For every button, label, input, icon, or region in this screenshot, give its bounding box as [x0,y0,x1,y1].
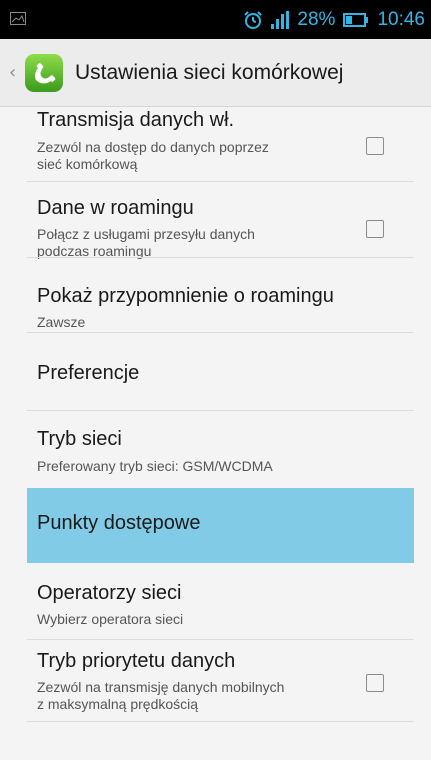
status-right: 28% 10:46 [243,0,425,39]
setting-data-roaming[interactable]: Dane w roamingu Połącz z usługami przesy… [0,183,431,259]
setting-title: Dane w roamingu [37,197,194,219]
alarm-clock-icon [244,10,263,29]
battery-percent: 28% [297,8,336,30]
divider [27,257,414,258]
setting-title: Preferencje [37,362,140,384]
data-roaming-checkbox[interactable] [366,220,384,238]
mobile-data-checkbox[interactable] [366,137,384,155]
setting-title: Tryb sieci [37,428,122,450]
setting-title: Punkty dostępowe [37,512,201,534]
setting-roaming-reminder[interactable]: Pokaż przypomnienie o roamingu Zawsze [0,259,431,334]
data-priority-checkbox[interactable] [366,674,384,692]
settings-list: Transmisja danych wł. Zezwól na dostęp d… [0,107,431,723]
setting-summary: Zawsze [37,314,86,330]
page-title: Ustawienia sieci komórkowej [75,60,344,84]
screen: 28% 10:46 ‹ Ustawienia sieci komórkowej … [0,0,431,760]
divider [27,332,414,333]
setting-summary: z maksymalną prędkością [37,696,199,712]
action-bar[interactable]: ‹ Ustawienia sieci komórkowej [0,39,431,107]
setting-title: Pokaż przypomnienie o roamingu [37,285,334,307]
setting-summary: Zezwól na transmisję danych mobilnych [37,679,285,695]
status-bar: 28% 10:46 [0,0,431,39]
setting-access-points[interactable]: Punkty dostępowe [0,488,431,564]
setting-title: Tryb priorytetu danych [37,650,236,672]
setting-title: Transmisja danych wł. [37,109,235,131]
setting-data-priority[interactable]: Tryb priorytetu danych Zezwól na transmi… [0,641,431,723]
setting-preferences[interactable]: Preferencje [0,334,431,412]
image-icon [10,12,26,25]
divider [27,181,414,182]
setting-mobile-data[interactable]: Transmisja danych wł. Zezwól na dostęp d… [0,107,431,183]
setting-summary: sieć komórkową [37,156,138,172]
setting-network-mode[interactable]: Tryb sieci Preferowany tryb sieci: GSM/W… [0,412,431,488]
setting-summary: Wybierz operatora sieci [37,611,184,627]
signal-icon [271,10,290,29]
phone-app-icon[interactable] [23,52,65,94]
divider [27,639,414,640]
setting-network-operators[interactable]: Operatorzy sieci Wybierz operatora sieci [0,564,431,641]
setting-title: Operatorzy sieci [37,582,182,604]
setting-summary: Preferowany tryb sieci: GSM/WCDMA [37,458,273,474]
divider [27,721,414,722]
divider [27,410,414,411]
setting-summary: Zezwól na dostęp do danych poprzez [37,139,269,155]
up-chevron-icon[interactable]: ‹ [9,62,19,83]
clock-time: 10:46 [377,8,425,30]
battery-icon [343,12,369,27]
setting-summary: Połącz z usługami przesyłu danych [37,226,255,242]
